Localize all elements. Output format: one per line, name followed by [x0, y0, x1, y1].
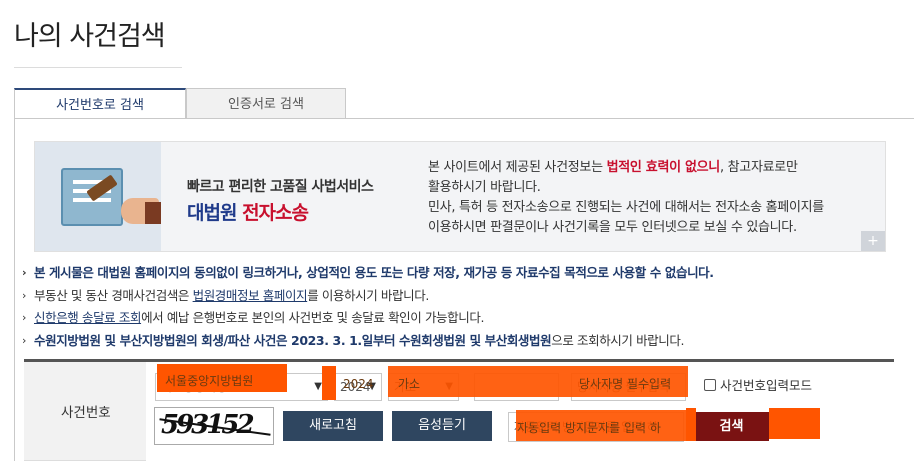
search-button[interactable]: 검색 — [694, 412, 769, 441]
redaction-mask — [322, 366, 336, 400]
notice-item: › 수원지방법원 및 부산지방법원의 회생/파산 사건은 2023. 3. 1.일… — [22, 330, 902, 353]
redaction-mask — [686, 408, 696, 441]
legal-effect-warning: 법적인 효력이 없으니 — [606, 160, 721, 175]
case-number-mode-toggle[interactable]: 사건번호입력모드 — [704, 376, 812, 396]
title-divider — [14, 67, 182, 68]
notice-item: › 신한은행 송달료 조회에서 예납 은행번호로 본인의 사건번호 및 송달료 확… — [22, 307, 902, 330]
banner-brand: 대법원 전자소송 — [187, 198, 309, 225]
tab-certificate-search[interactable]: 인증서로 검색 — [186, 88, 346, 119]
banner-tagline: 빠르고 편리한 고품질 사법서비스 — [187, 179, 374, 195]
captcha-image: 593152 — [154, 407, 274, 445]
bullet-icon: › — [22, 266, 27, 279]
auction-info-link[interactable]: 법원경매정보 홈페이지 — [193, 288, 308, 303]
banner-disclaimer: 본 사이트에서 제공된 사건정보는 법적인 효력이 없으니, 참고자료로만 활용… — [428, 160, 824, 235]
audio-captcha-button[interactable]: 음성듣기 — [392, 411, 492, 441]
bullet-icon: › — [22, 333, 26, 347]
checkbox[interactable] — [704, 379, 716, 391]
brand-main: 대법원 — [187, 202, 237, 224]
notice-item: › 부동산 및 동산 경매사건검색은 법원경매정보 홈페이지를 이용하시기 바랍니… — [22, 285, 902, 308]
bullet-icon: › — [22, 288, 26, 302]
shinhan-fee-link[interactable]: 신한은행 송달료 조회 — [34, 310, 141, 325]
case-number-label: 사건번호 — [61, 405, 111, 421]
tab-case-number-search[interactable]: 사건번호로 검색 — [14, 88, 186, 119]
notice-list: › 본 게시물은 대법원 홈페이지의 동의없이 링크하거나, 상업적인 용도 또는… — [22, 262, 902, 352]
refresh-captcha-button[interactable]: 새로고침 — [283, 411, 383, 441]
page-title: 나의 사건검색 — [14, 21, 166, 52]
court-document-illustration — [35, 142, 161, 251]
banner-more-icon[interactable]: + — [861, 231, 885, 251]
ecourt-banner[interactable]: 빠르고 편리한 고품질 사법서비스 대법원 전자소송 본 사이트에서 제공된 사… — [34, 141, 886, 252]
bullet-icon: › — [22, 311, 26, 324]
notice-item: › 본 게시물은 대법원 홈페이지의 동의없이 링크하거나, 상업적인 용도 또는… — [22, 262, 902, 285]
redaction-mask — [769, 408, 820, 439]
chevron-down-icon: ▼ — [314, 381, 322, 392]
brand-accent: 전자소송 — [242, 202, 309, 224]
